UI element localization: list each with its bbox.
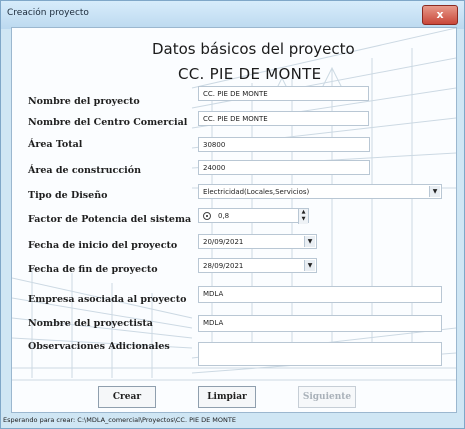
label-company: Empresa asociada al proyecto	[28, 294, 187, 305]
window-title: Creación proyecto	[7, 8, 89, 18]
form-heading: Datos básicos del proyecto	[152, 40, 355, 58]
label-project-name: Nombre del proyecto	[28, 96, 140, 107]
label-construction-area: Área de construcción	[28, 165, 141, 176]
project-name-field[interactable]: CC. PIE DE MONTE	[198, 86, 369, 101]
label-end-date: Fecha de fin de proyecto	[28, 264, 158, 275]
company-field[interactable]: MDLA	[198, 286, 442, 303]
designer-field[interactable]: MDLA	[198, 315, 442, 332]
total-area-field[interactable]: 30800	[198, 137, 370, 152]
label-designer: Nombre del proyectista	[28, 318, 153, 329]
end-date-picker[interactable]: 28/09/2021 ▼	[198, 258, 317, 273]
close-icon: x	[436, 8, 444, 21]
dialog-window: Creación proyecto x Datos básicos del pr…	[0, 0, 465, 429]
chevron-down-icon[interactable]: ▼	[304, 236, 315, 247]
project-name-heading: CC. PIE DE MONTE	[178, 65, 322, 83]
close-button[interactable]: x	[422, 5, 458, 25]
chevron-down-icon[interactable]: ▼	[304, 260, 315, 271]
title-bar[interactable]: Creación proyecto x	[1, 1, 464, 29]
mall-name-field[interactable]: CC. PIE DE MONTE	[198, 111, 369, 126]
radio-icon[interactable]	[203, 212, 211, 220]
end-date-value: 28/09/2021	[203, 262, 244, 270]
status-bar: Esperando para crear: C:\MDLA_comercial\…	[3, 416, 236, 424]
label-power-factor: Factor de Potencia del sistema	[28, 214, 192, 225]
label-design-type: Tipo de Diseño	[28, 190, 108, 201]
start-date-value: 20/09/2021	[203, 238, 244, 246]
label-start-date: Fecha de inicio del proyecto	[28, 240, 178, 251]
design-type-value: Electricidad(Locales,Servicios)	[203, 188, 310, 196]
label-observations: Observaciones Adicionales	[28, 341, 170, 352]
design-type-select[interactable]: Electricidad(Locales,Servicios) ▼	[198, 184, 442, 199]
project-form: Datos básicos del proyecto CC. PIE DE MO…	[11, 27, 457, 413]
label-total-area: Área Total	[28, 139, 83, 150]
create-button[interactable]: Crear	[98, 386, 156, 408]
start-date-picker[interactable]: 20/09/2021 ▼	[198, 234, 317, 249]
observations-field[interactable]	[198, 342, 442, 366]
chevron-down-icon[interactable]: ▼	[429, 186, 440, 197]
power-factor-value: 0,8	[218, 212, 230, 220]
next-button[interactable]: Siguiente	[298, 386, 356, 408]
spinner-icon[interactable]: ▲ ▼	[298, 209, 308, 224]
clear-button[interactable]: Limpiar	[198, 386, 256, 408]
power-factor-spinner[interactable]: 0,8 ▲ ▼	[198, 208, 309, 224]
construction-area-field[interactable]: 24000	[198, 160, 370, 175]
label-mall-name: Nombre del Centro Comercial	[28, 117, 188, 128]
